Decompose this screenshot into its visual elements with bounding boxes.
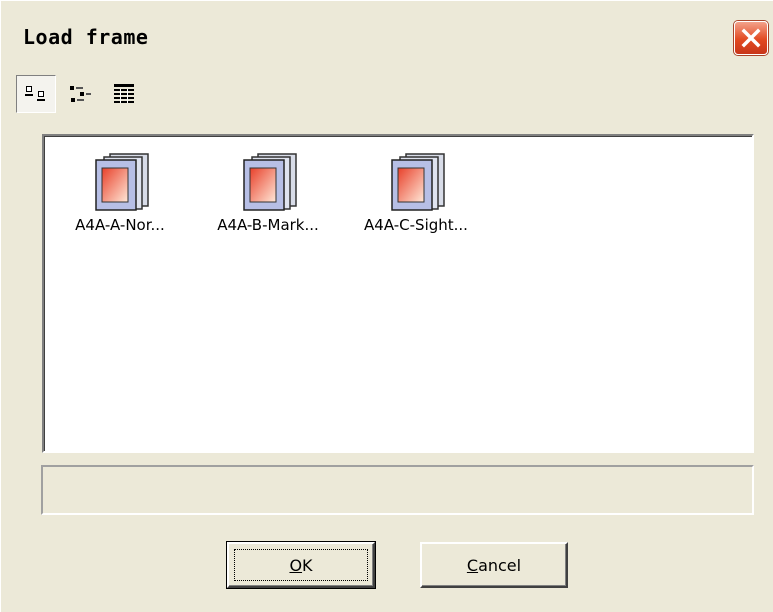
frame-file-icon: [243, 153, 297, 211]
view-toolbar: [16, 75, 166, 119]
frame-file-list[interactable]: A4A-A-Nor... A4A-B-Mark... A4A-C-Sight..…: [42, 134, 754, 453]
file-item[interactable]: A4A-C-Sight...: [346, 136, 486, 246]
cancel-button[interactable]: Cancel: [420, 542, 568, 588]
ok-button[interactable]: OK: [226, 541, 376, 589]
close-icon: [741, 28, 761, 48]
large-icons-view-button[interactable]: [16, 75, 56, 113]
window-title: Load frame: [23, 25, 149, 49]
large-icons-icon: [25, 86, 45, 101]
frame-file-icon: [95, 153, 149, 211]
load-frame-dialog: Load frame A4A-A-Nor... A4A-B-Mark... A4…: [0, 0, 773, 612]
file-item[interactable]: A4A-A-Nor...: [50, 136, 190, 246]
close-button[interactable]: [734, 21, 768, 55]
file-label: A4A-C-Sight...: [364, 216, 468, 234]
title-bar[interactable]: Load frame: [1, 11, 773, 63]
cancel-button-label: Cancel: [466, 555, 522, 575]
status-field: [41, 465, 754, 515]
details-view-button[interactable]: [104, 75, 144, 113]
ok-button-label: OK: [289, 555, 313, 575]
list-view-button[interactable]: [60, 75, 100, 113]
file-label: A4A-B-Mark...: [217, 216, 319, 234]
list-view-icon: [70, 86, 91, 102]
file-item[interactable]: A4A-B-Mark...: [198, 136, 338, 246]
file-label: A4A-A-Nor...: [75, 216, 165, 234]
frame-file-icon: [391, 153, 445, 211]
details-view-icon: [114, 84, 134, 103]
